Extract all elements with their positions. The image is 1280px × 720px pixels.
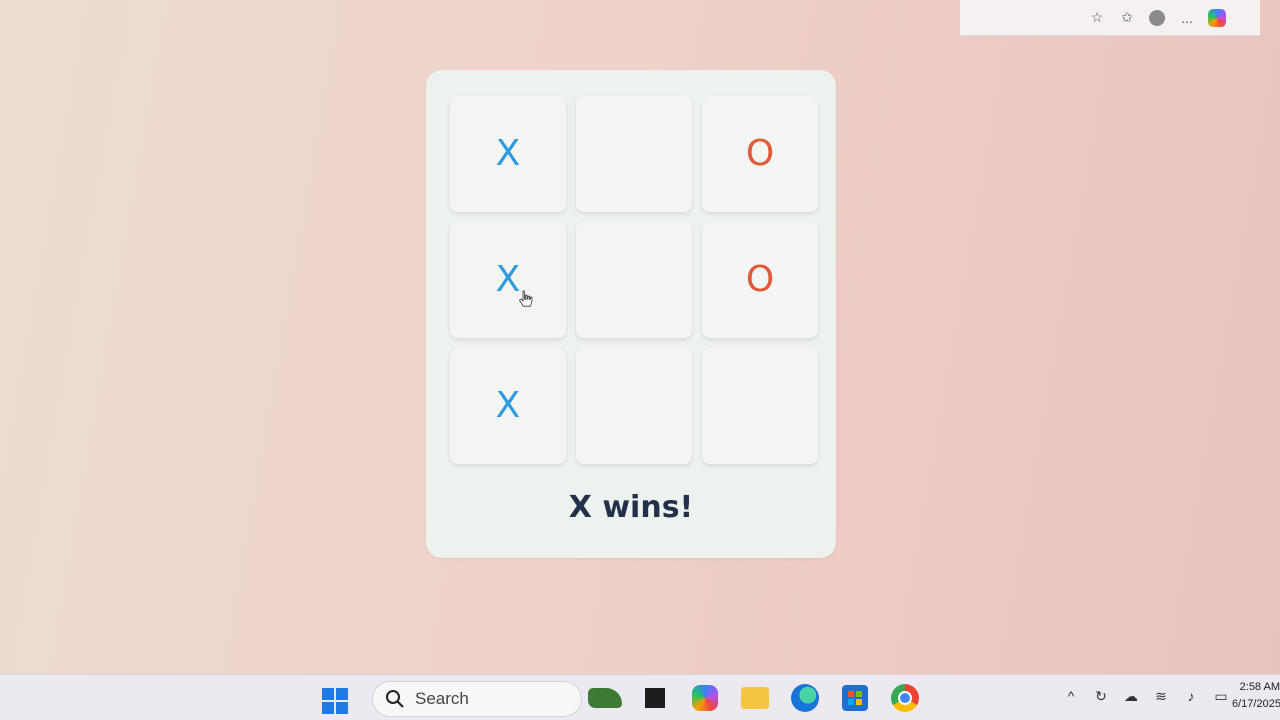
taskbar-search[interactable]: Search (372, 681, 582, 717)
favorites-icon[interactable]: ✩ (1118, 9, 1136, 27)
game-status: X wins! (568, 490, 694, 525)
frog-widget-icon[interactable] (588, 681, 622, 715)
search-icon (386, 690, 404, 708)
system-tray: ^ ↻ ☁ ≋ ♪ ▭ (1062, 687, 1230, 705)
copilot-app-icon[interactable] (688, 681, 722, 715)
taskbar: Search ^ ↻ ☁ ≋ ♪ ▭ 2:58 AM 6/17/2025 (0, 674, 1280, 720)
cloud-icon[interactable]: ☁ (1122, 687, 1140, 705)
file-explorer-icon[interactable] (738, 681, 772, 715)
x-mark: X (495, 385, 521, 426)
edge-icon[interactable] (788, 681, 822, 715)
o-mark: O (745, 259, 775, 300)
windows-start-icon[interactable] (322, 688, 348, 714)
volume-icon[interactable]: ♪ (1182, 687, 1200, 705)
board-cell[interactable] (576, 222, 692, 338)
sync-icon[interactable]: ↻ (1092, 687, 1110, 705)
x-mark: X (495, 133, 521, 174)
task-view-icon[interactable] (638, 681, 672, 715)
board-cell[interactable]: X (450, 348, 566, 464)
more-icon[interactable]: ... (1178, 9, 1196, 27)
x-mark: X (495, 259, 521, 300)
board-cell[interactable] (576, 348, 692, 464)
game-card: X O X O X X wins! (426, 70, 836, 558)
hand-cursor-icon (518, 290, 533, 307)
board-cell[interactable]: X (450, 96, 566, 212)
browser-toolbar: ☆ ✩ ... (960, 0, 1260, 36)
clock-time: 2:58 AM (1239, 681, 1280, 693)
tic-tac-toe-board: X O X O X (450, 96, 818, 464)
board-cell[interactable]: O (702, 222, 818, 338)
chrome-icon[interactable] (888, 681, 922, 715)
battery-icon[interactable]: ▭ (1212, 687, 1230, 705)
chevron-up-icon[interactable]: ^ (1062, 687, 1080, 705)
star-icon[interactable]: ☆ (1088, 9, 1106, 27)
profile-icon[interactable] (1148, 9, 1166, 27)
board-cell[interactable]: O (702, 96, 818, 212)
board-cell[interactable] (702, 348, 818, 464)
board-cell[interactable] (576, 96, 692, 212)
pinned-apps (588, 681, 922, 715)
board-cell[interactable]: X (450, 222, 566, 338)
wifi-icon[interactable]: ≋ (1152, 687, 1170, 705)
copilot-icon[interactable] (1208, 8, 1226, 27)
o-mark: O (745, 133, 775, 174)
clock-date: 6/17/2025 (1232, 698, 1280, 710)
clock[interactable]: 2:58 AM 6/17/2025 (1232, 679, 1280, 713)
microsoft-store-icon[interactable] (838, 681, 872, 715)
search-label: Search (415, 689, 469, 708)
